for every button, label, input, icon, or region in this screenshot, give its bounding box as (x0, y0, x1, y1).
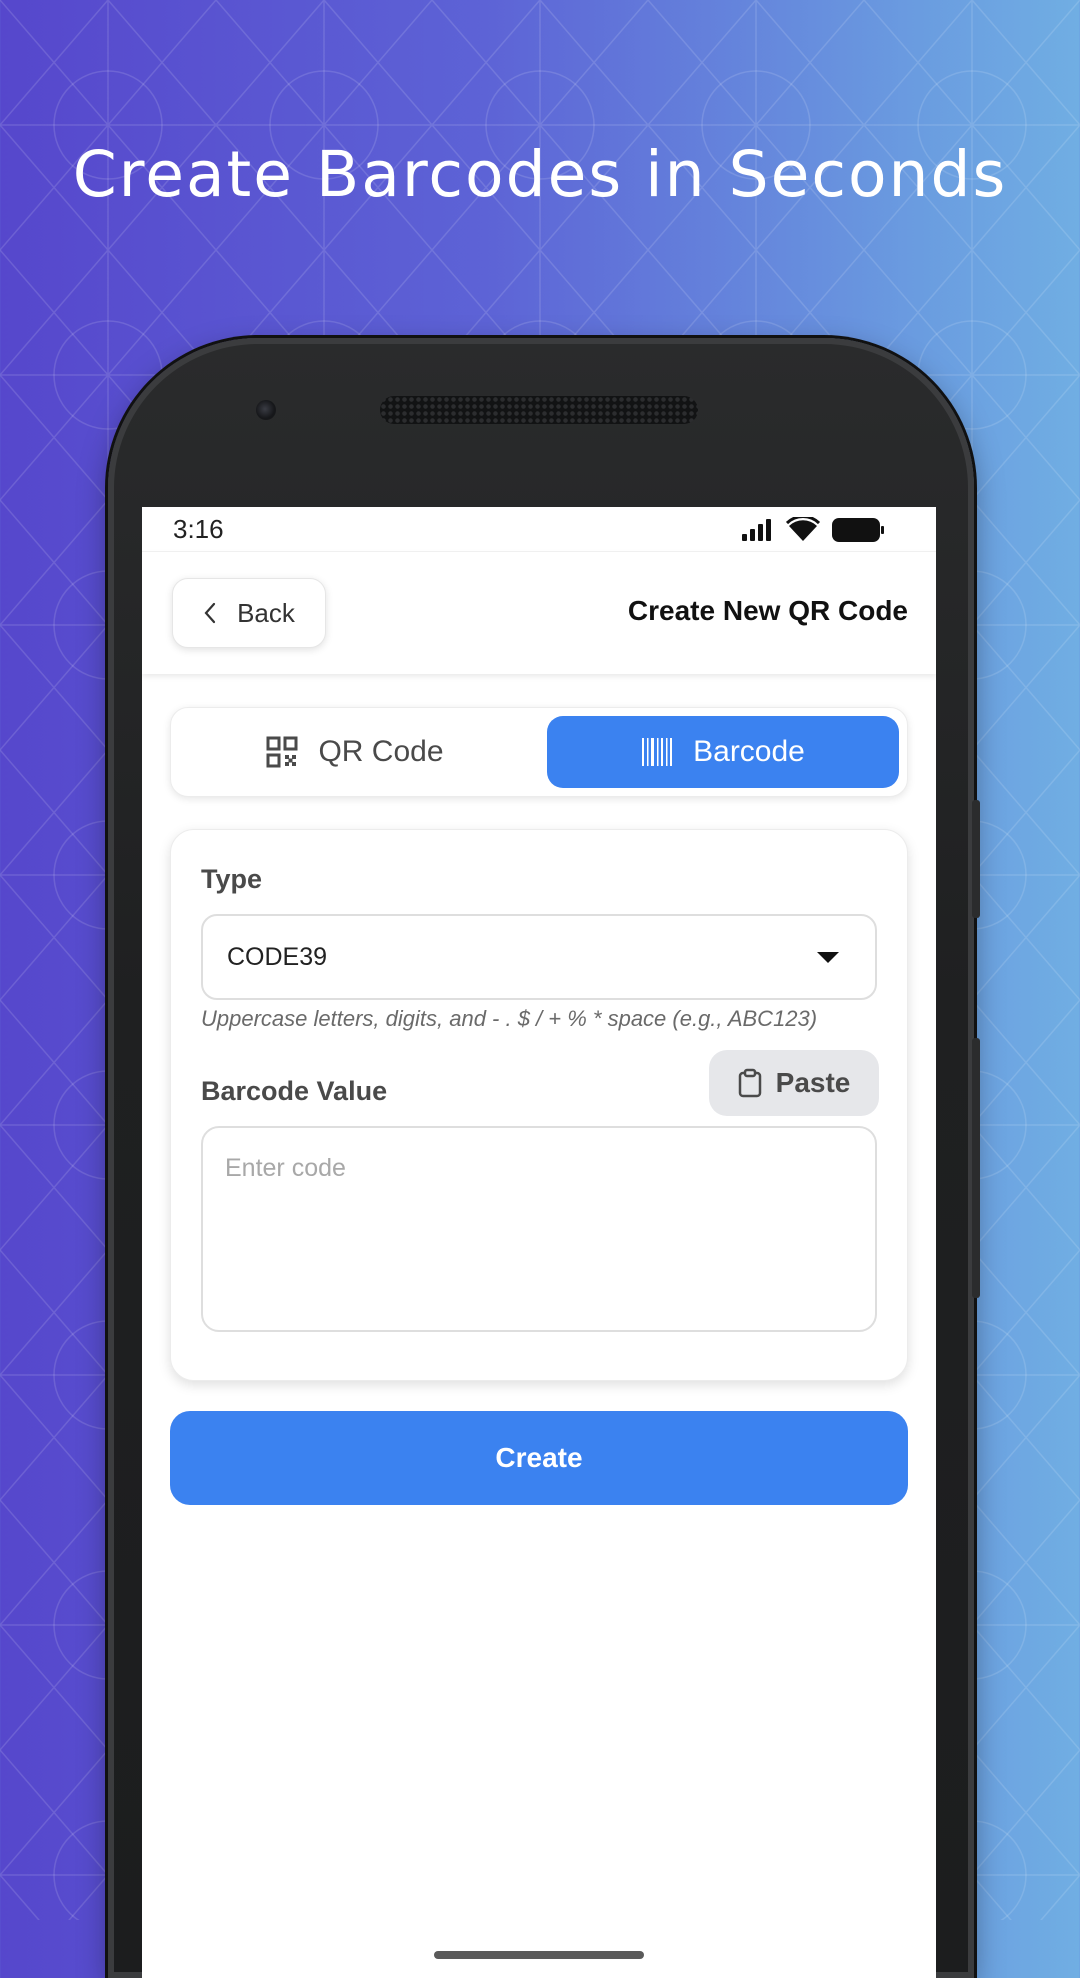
paste-button-label: Paste (775, 1067, 851, 1098)
wifi-icon (786, 517, 820, 541)
barcode-form-card: Type CODE39 Uppercase letters, digits, a… (170, 829, 908, 1381)
clipboard-icon (738, 1068, 761, 1098)
phone-screen: 3:16 Back Create New QR Code QR Code Bar… (142, 507, 936, 1978)
tab-qr-code[interactable]: QR Code (179, 716, 531, 788)
signal-icon (742, 519, 771, 541)
mode-segmented-control: QR Code Barcode (170, 707, 908, 797)
status-time: 3:16 (173, 514, 224, 544)
earpiece-speaker (380, 396, 698, 424)
caret-down-icon (817, 952, 839, 963)
home-indicator[interactable] (434, 1951, 644, 1959)
page-title: Create New QR Code (627, 595, 908, 626)
promo-headline: Create Barcodes in Seconds (72, 138, 1008, 211)
status-icons (740, 517, 884, 543)
type-label: Type (201, 864, 263, 894)
phone-side-button-lower (972, 1038, 980, 1298)
front-camera (256, 400, 276, 420)
barcode-value-input[interactable] (201, 1126, 877, 1332)
type-select-value: CODE39 (227, 943, 328, 971)
phone-side-button-upper (972, 800, 980, 918)
app-header: Back Create New QR Code (142, 551, 936, 674)
status-bar: 3:16 (142, 507, 936, 551)
tab-barcode[interactable]: Barcode (547, 716, 899, 788)
barcode-icon (642, 738, 673, 766)
barcode-value-label: Barcode Value (201, 1076, 388, 1106)
battery-icon (832, 518, 884, 542)
tab-barcode-label: Barcode (693, 735, 805, 768)
type-select[interactable]: CODE39 (201, 914, 877, 1000)
paste-button[interactable]: Paste (709, 1050, 879, 1116)
type-hint: Uppercase letters, digits, and - . $ / +… (201, 1006, 818, 1031)
chevron-left-icon (204, 602, 216, 624)
qr-code-icon (266, 736, 298, 768)
back-button[interactable]: Back (172, 578, 326, 648)
create-button[interactable]: Create (170, 1411, 908, 1505)
phone-frame: 3:16 Back Create New QR Code QR Code Bar… (108, 338, 980, 1978)
tab-qr-code-label: QR Code (318, 735, 444, 768)
back-button-label: Back (237, 597, 295, 628)
